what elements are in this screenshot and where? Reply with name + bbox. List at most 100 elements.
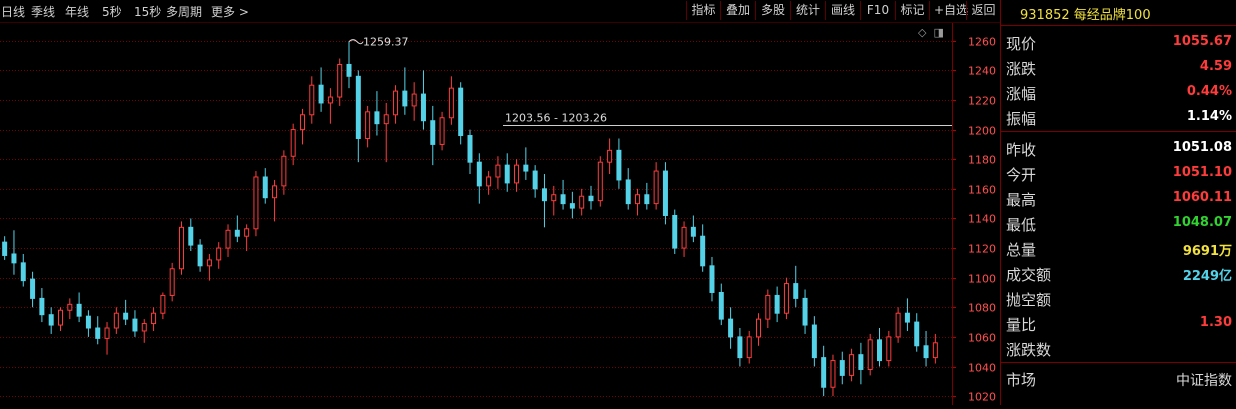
candle	[597, 156, 603, 207]
info-label: 最高	[1006, 191, 1037, 209]
candle	[895, 307, 901, 343]
candle	[551, 185, 557, 216]
info-row-amplitude: 振幅 1.14%	[1000, 104, 1236, 129]
candle	[234, 215, 240, 243]
candle	[448, 76, 454, 125]
candle-body	[272, 185, 278, 199]
period-more[interactable]: 更多 >	[211, 3, 249, 20]
candle	[514, 159, 520, 192]
candle	[662, 162, 668, 225]
candle	[458, 82, 464, 145]
info-label: 成交额	[1006, 266, 1052, 284]
candle-body	[420, 93, 426, 122]
multi-stock-button[interactable]: 多股	[755, 1, 790, 20]
period-daily[interactable]: 日线	[1, 3, 25, 20]
candle	[365, 105, 371, 148]
candle	[700, 224, 706, 272]
info-value: 4.59	[1199, 59, 1232, 74]
candle	[728, 307, 734, 349]
candle	[858, 342, 864, 385]
panel-toggle-icon[interactable]: ◨	[933, 26, 943, 39]
period-5s[interactable]: 5秒	[102, 3, 122, 20]
candle	[709, 256, 715, 302]
candlestick-chart-area[interactable]: 1020 1040 1060 1080 1100 1120 1140 1160 1180 1200…	[0, 23, 1000, 405]
candle	[783, 277, 789, 320]
candle	[141, 319, 147, 343]
candle	[420, 70, 426, 130]
draw-line-button[interactable]: 画线	[825, 1, 860, 20]
candle-body	[839, 360, 845, 376]
candle-body	[858, 354, 864, 370]
candle-body	[169, 268, 175, 296]
candle-body	[206, 259, 212, 267]
candle	[309, 76, 315, 124]
candle	[76, 292, 82, 323]
info-divider	[1000, 131, 1236, 132]
candle	[281, 150, 287, 195]
candle	[244, 224, 250, 252]
info-divider	[1000, 362, 1236, 363]
period-multi[interactable]: 多周期	[166, 3, 202, 20]
candle-body	[728, 318, 734, 338]
add-watchlist-button[interactable]: +自选	[929, 1, 968, 20]
indicator-button[interactable]: 指标	[686, 1, 720, 20]
candle	[178, 221, 184, 275]
candle-body	[262, 176, 268, 199]
info-label: 昨收	[1006, 141, 1037, 159]
candle	[756, 313, 762, 346]
price-axis-divider	[952, 23, 953, 405]
candle-body	[756, 318, 762, 338]
candle-body	[48, 314, 54, 326]
candle-body	[895, 312, 901, 338]
candle-body	[402, 90, 408, 107]
candle	[793, 265, 799, 308]
info-value: 1048.07	[1172, 215, 1232, 230]
info-value: 9691万	[1182, 244, 1232, 259]
mark-button[interactable]: 标记	[895, 1, 929, 20]
candle	[216, 242, 222, 269]
candle	[253, 171, 259, 237]
candle	[290, 123, 296, 166]
candle	[765, 289, 771, 329]
candle	[774, 286, 780, 323]
candle-body	[672, 214, 678, 249]
candle	[569, 191, 575, 219]
info-label: 今开	[1006, 166, 1037, 184]
y-tick-label: 1020	[968, 391, 996, 404]
diamond-icon[interactable]: ◇	[918, 26, 926, 39]
candle-body	[76, 303, 82, 317]
f10-button[interactable]: F10	[860, 1, 895, 20]
candle	[914, 313, 920, 352]
candle-body	[886, 336, 892, 362]
info-label: 涨跌数	[1006, 341, 1052, 359]
period-15s[interactable]: 15秒	[134, 3, 161, 20]
candle-body	[57, 309, 63, 326]
period-yearly[interactable]: 年线	[65, 3, 89, 20]
overlay-button[interactable]: 叠加	[720, 1, 755, 20]
candle-body	[495, 164, 501, 178]
info-label: 市场	[1006, 371, 1037, 389]
chart-toggle-icons[interactable]: ◇ ◨	[918, 26, 944, 39]
info-row-current-price: 现价 1055.67	[1000, 29, 1236, 54]
candle-body	[644, 194, 650, 205]
candle	[904, 298, 910, 331]
candle	[467, 129, 473, 175]
candle	[560, 179, 566, 210]
info-row-change: 涨跌 4.59	[1000, 54, 1236, 79]
period-quarterly[interactable]: 季线	[31, 3, 55, 20]
info-divider	[1000, 25, 1236, 26]
info-row-open: 今开 1051.10	[1000, 160, 1236, 185]
statistics-button[interactable]: 统计	[790, 1, 825, 20]
candle	[169, 262, 175, 302]
candle	[132, 310, 138, 337]
candle	[30, 271, 36, 308]
y-tick-label: 1120	[968, 243, 996, 256]
back-button[interactable]: 返回	[966, 1, 1000, 20]
candle-body	[141, 323, 147, 332]
candlestick-chart[interactable]: 1020 1040 1060 1080 1100 1120 1140 1160 1180 1200…	[0, 23, 1000, 405]
candle-body	[523, 164, 529, 172]
candle	[355, 70, 361, 163]
candle-body	[458, 87, 464, 137]
candle-body	[85, 315, 91, 329]
candle-body	[932, 342, 938, 359]
